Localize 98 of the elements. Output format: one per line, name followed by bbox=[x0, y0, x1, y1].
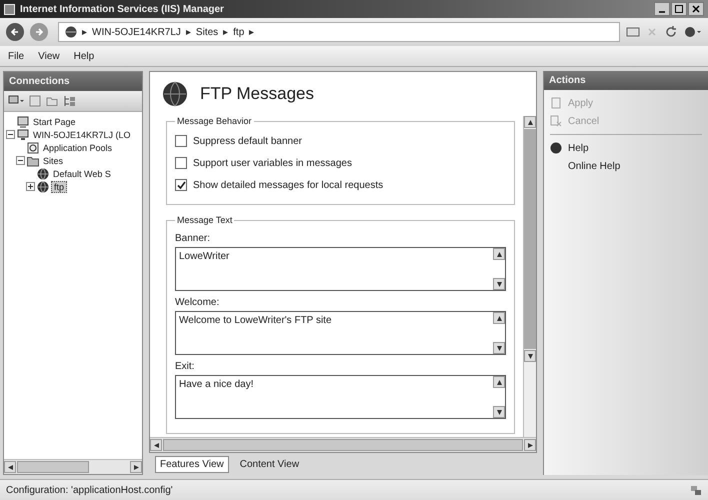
scroll-button[interactable] bbox=[493, 278, 505, 290]
collapse-toggle[interactable] bbox=[16, 156, 25, 165]
group-title: Message Text bbox=[176, 215, 234, 225]
field-label: Banner: bbox=[175, 233, 212, 244]
globe-icon bbox=[65, 26, 77, 38]
computer-icon bbox=[17, 128, 29, 140]
maximize-button[interactable] bbox=[671, 2, 687, 16]
text-area[interactable]: Have a nice day! bbox=[175, 375, 506, 419]
scroll-button[interactable] bbox=[150, 439, 162, 451]
breadcrumb-arrow-icon bbox=[249, 30, 254, 34]
page-title: FTP Messages bbox=[200, 84, 314, 104]
field-label: Welcome: bbox=[175, 297, 220, 308]
arrow-icon bbox=[528, 354, 532, 358]
vertical-scrollbar[interactable] bbox=[523, 116, 536, 437]
pane-header: Connections bbox=[4, 72, 142, 91]
window-title: Internet Information Services (IIS) Manager bbox=[20, 4, 225, 14]
checkbox[interactable] bbox=[175, 157, 187, 169]
scroll-button[interactable] bbox=[493, 376, 505, 388]
back-arrow-icon bbox=[10, 27, 20, 37]
scroll-button[interactable] bbox=[493, 342, 505, 354]
arrow-icon bbox=[496, 380, 502, 384]
scroll-button[interactable] bbox=[493, 406, 505, 418]
globe-icon bbox=[37, 168, 49, 180]
pool-icon bbox=[27, 142, 39, 154]
view-tab[interactable]: Content View bbox=[234, 456, 304, 472]
scroll-button[interactable] bbox=[130, 461, 142, 473]
breadcrumb-arrow-icon bbox=[223, 30, 228, 34]
close-button[interactable] bbox=[688, 2, 704, 16]
tree-item[interactable]: Sites bbox=[41, 156, 66, 166]
scroll-button[interactable] bbox=[524, 350, 536, 362]
expand-toggle[interactable] bbox=[26, 182, 35, 191]
tree-item[interactable]: Default Web S bbox=[51, 168, 113, 178]
action-link[interactable]: Help bbox=[568, 142, 589, 154]
arrow-icon bbox=[496, 346, 502, 350]
breadcrumb-arrow-icon bbox=[186, 30, 191, 34]
scroll-button[interactable] bbox=[493, 312, 505, 324]
save-icon[interactable] bbox=[29, 95, 41, 107]
breadcrumb[interactable]: Sites bbox=[196, 26, 218, 38]
arrow-icon bbox=[496, 316, 502, 320]
checkbox[interactable] bbox=[175, 179, 187, 191]
scroll-button[interactable] bbox=[493, 248, 505, 260]
globe-icon bbox=[162, 81, 188, 107]
app-icon bbox=[4, 4, 15, 14]
arrow-icon bbox=[496, 410, 502, 414]
action-link[interactable]: Online Help bbox=[568, 160, 620, 172]
globe-icon bbox=[37, 180, 49, 192]
checkbox-label: Suppress default banner bbox=[193, 136, 302, 146]
refresh-icon[interactable] bbox=[664, 25, 678, 39]
tree-icon[interactable] bbox=[63, 95, 77, 107]
forward-button[interactable] bbox=[30, 23, 48, 41]
tree-item[interactable]: Start Page bbox=[31, 116, 78, 126]
close-icon bbox=[692, 5, 700, 13]
toolbar-icon[interactable] bbox=[626, 26, 640, 38]
arrow-icon bbox=[154, 442, 158, 448]
arrow-icon bbox=[528, 442, 532, 448]
checkbox-label: Show detailed messages for local requests bbox=[193, 180, 384, 190]
arrow-icon bbox=[528, 120, 532, 124]
help-icon bbox=[550, 142, 562, 154]
arrow-icon bbox=[134, 464, 138, 470]
network-icon bbox=[690, 484, 702, 496]
back-button[interactable] bbox=[6, 23, 24, 41]
scroll-button[interactable] bbox=[4, 461, 16, 473]
status-text: Configuration: 'applicationHost.config' bbox=[6, 484, 173, 496]
folder-icon[interactable] bbox=[46, 95, 58, 107]
start-page-icon bbox=[17, 116, 29, 128]
scroll-button[interactable] bbox=[524, 116, 536, 128]
horizontal-scrollbar[interactable] bbox=[4, 459, 142, 474]
breadcrumb-arrow-icon bbox=[82, 30, 87, 34]
group-title: Message Behavior bbox=[176, 116, 253, 126]
help-icon[interactable] bbox=[684, 26, 702, 38]
scroll-button[interactable] bbox=[524, 439, 536, 451]
folder-icon bbox=[27, 154, 39, 166]
tree-item[interactable]: WIN-5OJE14KR7LJ (LO bbox=[31, 130, 133, 140]
address-field[interactable]: WIN-5OJE14KR7LJ Sites ftp bbox=[58, 22, 620, 42]
document-icon bbox=[550, 97, 562, 109]
menu-item[interactable]: File bbox=[8, 50, 24, 62]
collapse-toggle[interactable] bbox=[6, 130, 15, 139]
forward-arrow-icon bbox=[34, 27, 44, 37]
maximize-icon bbox=[675, 5, 683, 13]
document-x-icon bbox=[550, 115, 562, 127]
menu-item[interactable]: View bbox=[38, 50, 60, 62]
checkbox[interactable] bbox=[175, 135, 187, 147]
view-tab[interactable]: Features View bbox=[155, 456, 229, 472]
arrow-icon bbox=[496, 252, 502, 256]
tree-item[interactable]: ftp bbox=[51, 180, 68, 192]
breadcrumb[interactable]: ftp bbox=[233, 26, 244, 38]
minimize-button[interactable] bbox=[654, 2, 670, 16]
tree-item[interactable]: Application Pools bbox=[41, 142, 114, 152]
checkbox-label: Support user variables in messages bbox=[193, 158, 352, 168]
arrow-icon bbox=[8, 464, 12, 470]
menu-item[interactable]: Help bbox=[74, 50, 94, 62]
arrow-icon bbox=[496, 282, 502, 286]
field-label: Exit: bbox=[175, 361, 196, 372]
pane-header: Actions bbox=[544, 71, 708, 90]
text-area[interactable]: LoweWriter bbox=[175, 247, 506, 291]
horizontal-scrollbar[interactable] bbox=[150, 437, 536, 452]
breadcrumb[interactable]: WIN-5OJE14KR7LJ bbox=[92, 26, 181, 38]
text-area[interactable]: Welcome to LoweWriter's FTP site bbox=[175, 311, 506, 355]
